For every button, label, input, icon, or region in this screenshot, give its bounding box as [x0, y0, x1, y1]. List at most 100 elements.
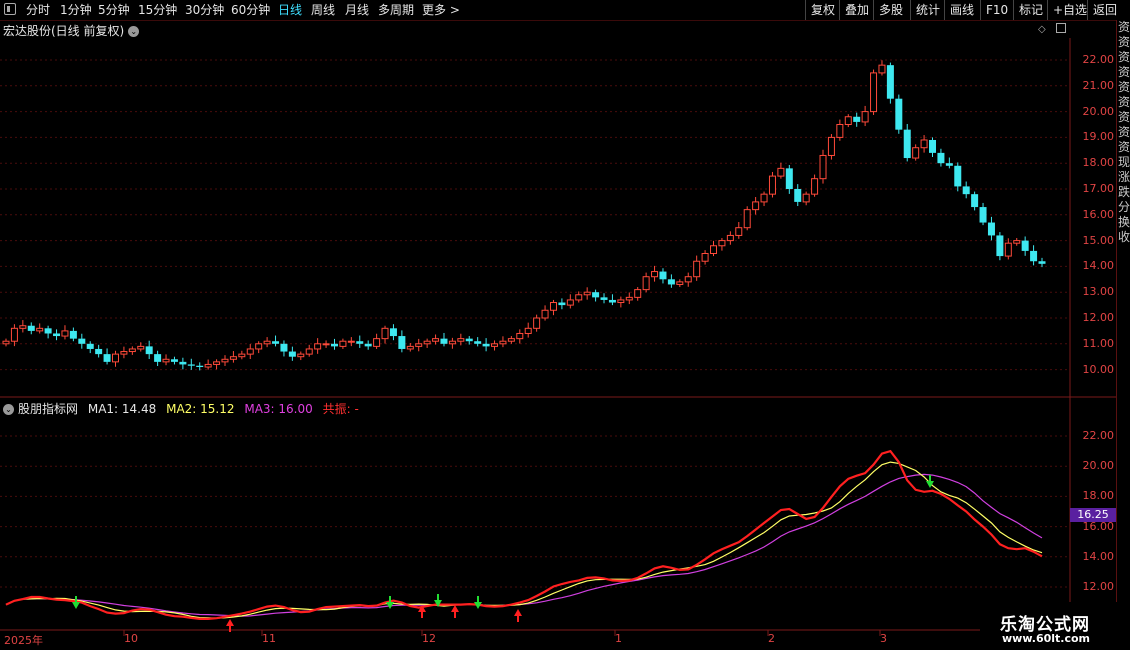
candle-body-up [878, 64, 886, 74]
candle-body-up [710, 245, 718, 254]
price-tick-label: 19.00 [1082, 130, 1115, 144]
candle-body-up [229, 356, 237, 360]
candle-body-down [558, 302, 566, 306]
candle-body-up [752, 201, 760, 211]
candle-body-down [154, 354, 162, 362]
candle-body-up [137, 345, 145, 350]
candle-body-up [255, 343, 263, 350]
candle-body-up [373, 338, 381, 347]
strip-label: 资 [1117, 80, 1130, 94]
candle-body-down [954, 165, 962, 187]
candle-body-up [213, 361, 221, 365]
candle-body-down [1030, 250, 1038, 262]
candle-body-up [432, 338, 440, 342]
candle-body-down [78, 338, 86, 344]
candle-body-up [499, 340, 507, 345]
candle-body-up [701, 253, 709, 262]
candle-body-down [474, 341, 482, 344]
candle-body-up [870, 72, 878, 113]
strip-label: 资 [1117, 20, 1130, 34]
candle-body-down [69, 330, 77, 339]
candle-body-down [929, 139, 937, 153]
buy-signal-arrow [514, 609, 522, 622]
candle-body-down [170, 359, 178, 362]
candle-body-up [583, 291, 591, 296]
candle-body-down [592, 292, 600, 298]
price-tick-label: 20.00 [1082, 104, 1115, 118]
candle-body-up [221, 358, 229, 363]
strip-label: 跌 [1117, 185, 1130, 199]
sell-signal-arrow [72, 596, 80, 609]
candle-body-up [10, 327, 18, 342]
current-value-badge: 16.25 [1070, 508, 1116, 522]
kline-chart[interactable] [0, 0, 1116, 650]
strip-label: 资 [1117, 110, 1130, 124]
candle-body-up [693, 260, 701, 278]
date-label: 3 [880, 632, 887, 645]
candle-body-up [718, 240, 726, 247]
candle-body-down [465, 338, 473, 342]
candle-body-up [777, 167, 785, 177]
candle-body-up [314, 343, 322, 350]
strip-label: 收 [1117, 230, 1130, 244]
price-tick-label: 16.00 [1082, 207, 1115, 221]
candle-body-up [339, 340, 347, 347]
indicator-tick-label: 12.00 [1082, 580, 1115, 593]
strip-label: 资 [1117, 50, 1130, 64]
candle-body-up [516, 332, 524, 340]
candle-body-down [886, 65, 894, 99]
candle-body-up [575, 294, 583, 301]
candle-body-up [491, 343, 499, 347]
candle-body-up [768, 175, 776, 195]
indicator-tick-label: 22.00 [1082, 429, 1115, 442]
date-label: 12 [422, 632, 436, 645]
candle-body-down [903, 129, 911, 159]
candle-body-down [95, 348, 103, 355]
candle-body-down [44, 328, 52, 334]
candle-body-up [549, 302, 557, 311]
candle-body-up [533, 317, 541, 329]
candle-body-up [415, 343, 423, 347]
candle-body-down [280, 343, 288, 352]
candle-body-up [263, 340, 271, 345]
date-label: 11 [262, 632, 276, 645]
price-tick-label: 21.00 [1082, 78, 1115, 92]
strip-label: 资 [1117, 35, 1130, 49]
candle-body-down [272, 341, 280, 344]
candle-body-up [836, 124, 844, 138]
sell-signal-arrow [474, 596, 482, 609]
price-tick-label: 17.00 [1082, 182, 1115, 195]
candle-body-up [423, 340, 431, 345]
candle-body-up [457, 338, 465, 342]
price-tick-label: 14.00 [1082, 259, 1115, 273]
candle-body-up [204, 363, 212, 368]
candle-body-down [330, 343, 338, 347]
strip-label: 涨 [1117, 170, 1130, 184]
price-tick-label: 22.00 [1082, 53, 1115, 66]
ma2-line [5, 461, 1043, 619]
candle-body-down [196, 365, 204, 368]
candle-body-down [962, 186, 970, 195]
watermark-url: www.60lt.com [1002, 632, 1091, 645]
candle-body-down [288, 351, 296, 357]
candle-body-down [971, 194, 979, 208]
candle-body-up [19, 325, 27, 329]
candle-body-up [111, 353, 119, 363]
right-info-strip: 资资资资资资资资资现涨跌分换收 [1116, 20, 1130, 630]
sell-signal-arrow [386, 596, 394, 609]
candle-body-up [541, 309, 549, 319]
candle-body-up [381, 327, 389, 340]
strip-label: 现 [1117, 155, 1130, 169]
candle-body-down [364, 343, 372, 347]
candle-body-up [819, 154, 827, 180]
candle-body-down [1038, 261, 1046, 264]
candle-body-up [912, 147, 920, 159]
candle-body-up [827, 136, 835, 156]
candle-body-up [1004, 242, 1012, 257]
ma3-line [5, 473, 1043, 617]
candle-body-down [794, 189, 802, 202]
candle-body-up [811, 178, 819, 195]
price-tick-label: 12.00 [1082, 311, 1115, 324]
strip-label: 资 [1117, 140, 1130, 154]
candle-body-down [600, 297, 608, 300]
